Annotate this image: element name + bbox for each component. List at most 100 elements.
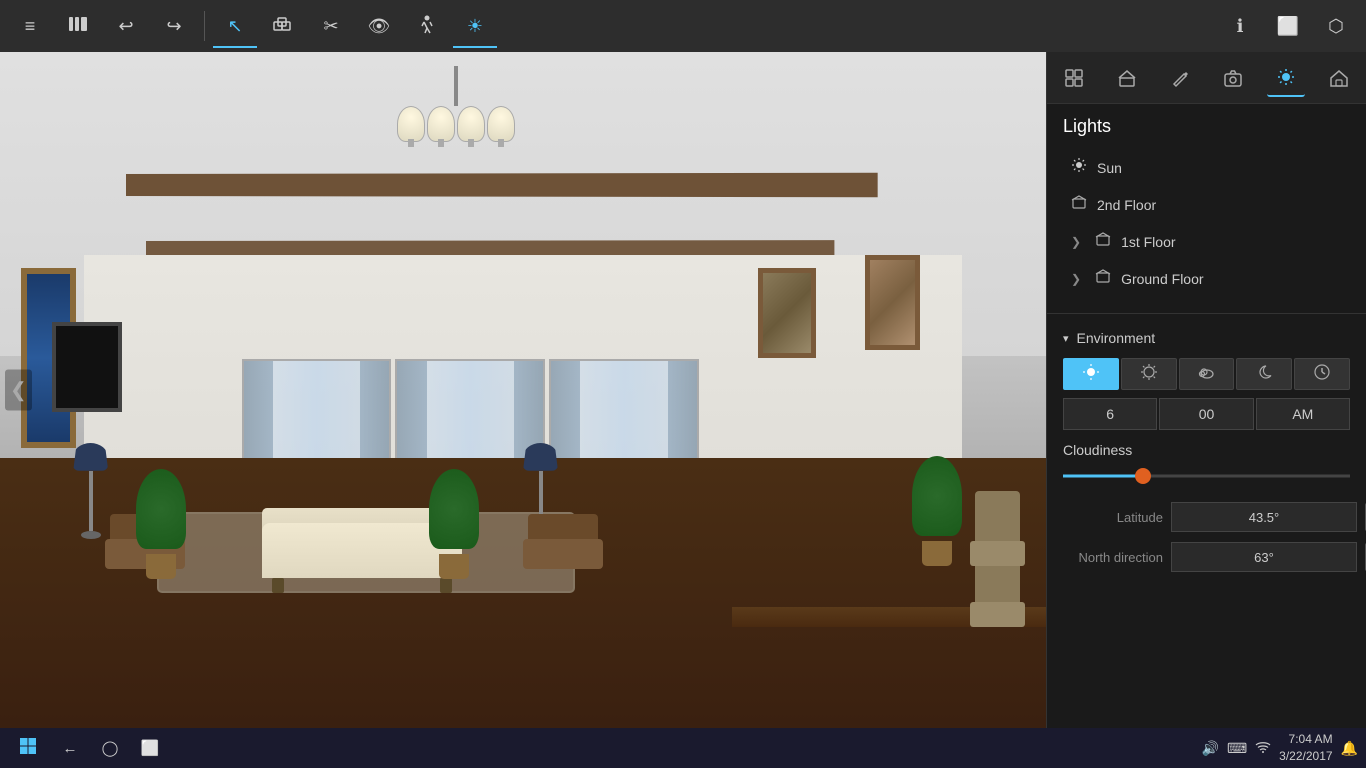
network-icon[interactable] (1255, 740, 1271, 757)
chandelier-bulb-1 (397, 106, 425, 142)
chandelier (366, 66, 546, 226)
slider-fill (1063, 475, 1143, 478)
time-row: 6 00 AM (1063, 398, 1350, 430)
redo-button[interactable]: ↪ (152, 4, 196, 48)
separator-1 (204, 11, 205, 41)
menu-button[interactable]: ≡ (8, 4, 52, 48)
switch-icon: ⬜ (141, 739, 160, 757)
lamp-pole-1 (89, 471, 93, 531)
chandelier-bulb-2 (427, 106, 455, 142)
view-button[interactable]: 👁 (357, 4, 401, 48)
dining-chair-2 (965, 486, 1030, 586)
weather-btn-cloudy[interactable] (1179, 358, 1235, 390)
windows-icon (19, 737, 37, 760)
dining-chair-2-seat (970, 541, 1025, 566)
lamp-shade-2 (523, 443, 558, 471)
floor-lamp-left (73, 443, 108, 539)
light-item-1st-floor[interactable]: ❯ 1st Floor (1063, 223, 1350, 260)
info-button[interactable]: ℹ (1218, 4, 1262, 48)
library-icon (67, 13, 89, 40)
home-button[interactable]: ◯ (92, 732, 128, 764)
panel-divider-1 (1047, 313, 1366, 314)
plant-leaves-2 (429, 469, 479, 549)
light-item-ground-floor-label: Ground Floor (1121, 271, 1203, 287)
north-direction-input[interactable] (1171, 542, 1357, 572)
back-icon: ← (63, 740, 78, 757)
light-item-2nd-floor[interactable]: 2nd Floor (1063, 186, 1350, 223)
taskbar-clock: 7:04 AM 3/22/2017 (1279, 731, 1332, 765)
room-scene: ❮ (0, 52, 1046, 728)
environment-section: ▾ Environment (1047, 318, 1366, 594)
latitude-input[interactable] (1171, 502, 1357, 532)
weather-icon-night (1255, 363, 1273, 386)
light-button[interactable]: ☀ (453, 4, 497, 48)
undo-button[interactable]: ↩ (104, 4, 148, 48)
walk-button[interactable] (405, 4, 449, 48)
home-icon: ◯ (102, 739, 119, 757)
plant-pot-2 (439, 554, 469, 579)
panel-home-icon[interactable] (1320, 59, 1358, 97)
chandelier-body (396, 66, 516, 146)
light-icon: ☀ (467, 16, 483, 37)
frame-icon: ⬜ (1277, 16, 1299, 37)
time-period[interactable]: AM (1256, 398, 1350, 430)
info-icon: ℹ (1237, 16, 1244, 37)
panel-paint-icon[interactable] (1161, 59, 1199, 97)
plant-1 (146, 469, 186, 579)
group-button[interactable] (261, 4, 305, 48)
library-button[interactable] (56, 4, 100, 48)
panel-build-icon[interactable] (1108, 59, 1146, 97)
weather-btn-night[interactable] (1236, 358, 1292, 390)
light-item-ground-floor[interactable]: ❯ Ground Floor (1063, 260, 1350, 297)
cut-icon: ✂ (323, 16, 338, 37)
cloudiness-slider[interactable] (1063, 466, 1350, 486)
panel-light-icon[interactable] (1267, 59, 1305, 97)
weather-btn-clock[interactable] (1294, 358, 1350, 390)
cut-button[interactable]: ✂ (309, 4, 353, 48)
slider-thumb[interactable] (1135, 468, 1151, 484)
walk-icon (417, 14, 437, 39)
frame-button[interactable]: ⬜ (1266, 4, 1310, 48)
weather-icon-sunny (1140, 363, 1158, 386)
system-tray: 🔊 ⌨ 7:04 AM 3/22/2017 🔔 (1202, 731, 1358, 765)
main-area: ❮ (0, 52, 1366, 728)
chandelier-bulb-3 (457, 106, 485, 142)
slider-track (1063, 475, 1350, 478)
chandelier-rod (454, 66, 458, 106)
armchair-right (523, 514, 603, 579)
chevron-1st-floor: ❯ (1071, 235, 1081, 249)
time-hour[interactable]: 6 (1063, 398, 1157, 430)
weather-btn-sunny[interactable] (1121, 358, 1177, 390)
speaker-icon[interactable]: 🔊 (1202, 740, 1219, 757)
environment-header[interactable]: ▾ Environment (1063, 330, 1350, 346)
time-minute[interactable]: 00 (1159, 398, 1253, 430)
weather-btn-clear[interactable] (1063, 358, 1119, 390)
keyboard-icon[interactable]: ⌨ (1227, 740, 1247, 757)
nav-arrow-left[interactable]: ❮ (5, 370, 32, 411)
notification-icon[interactable]: 🔔 (1341, 740, 1358, 757)
latitude-label: Latitude (1063, 510, 1163, 525)
view-icon: 👁 (368, 16, 391, 37)
plant-pot-1 (146, 554, 176, 579)
redo-icon: ↪ (166, 16, 181, 37)
light-item-sun-label: Sun (1097, 160, 1122, 176)
light-item-sun[interactable]: Sun (1063, 149, 1350, 186)
start-button[interactable] (8, 732, 48, 764)
panel-scroll-area[interactable]: Lights (1047, 104, 1366, 728)
cloudiness-label: Cloudiness (1063, 442, 1350, 458)
back-button[interactable]: ← (52, 732, 88, 764)
viewport[interactable]: ❮ (0, 52, 1046, 728)
chandelier-bulb-4 (487, 106, 515, 142)
clock-date: 3/22/2017 (1279, 748, 1332, 765)
chevron-ground-floor: ❯ (1071, 272, 1081, 286)
cube-button[interactable]: ⬡ (1314, 4, 1358, 48)
chandelier-arms (396, 106, 516, 142)
panel-tools-icon[interactable] (1055, 59, 1093, 97)
floor-icon-ground (1095, 268, 1111, 289)
floor-icon-2nd (1071, 194, 1087, 215)
select-button[interactable]: ↖ (213, 4, 257, 48)
switch-apps-button[interactable]: ⬜ (132, 732, 168, 764)
taskbar: ← ◯ ⬜ 🔊 ⌨ 7:04 AM 3/22/2017 🔔 (0, 728, 1366, 768)
panel-camera-icon[interactable] (1214, 59, 1252, 97)
environment-label: Environment (1077, 330, 1156, 346)
